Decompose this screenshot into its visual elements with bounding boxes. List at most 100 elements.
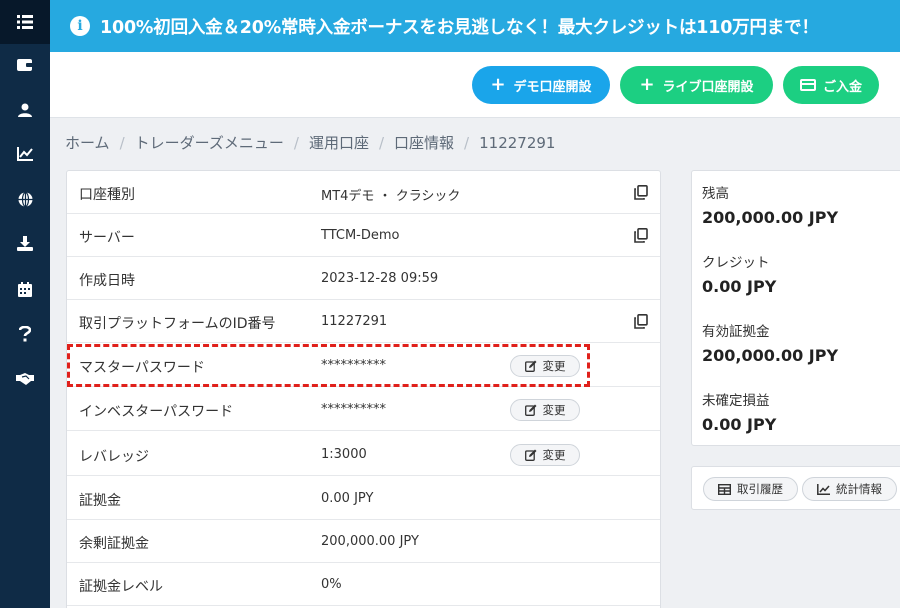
breadcrumb-accounts[interactable]: 運用口座: [309, 132, 369, 153]
row-label: 作成日時: [79, 273, 135, 289]
open-live-account-button[interactable]: + ライブ口座開設: [620, 66, 773, 104]
row-value: 0%: [321, 577, 342, 592]
chart-icon: [817, 483, 830, 495]
sidebar-item-globe[interactable]: [0, 177, 50, 221]
sidebar-item-profile[interactable]: [0, 88, 50, 132]
edit-icon: [524, 360, 536, 372]
table-row: インベスターパスワード ********** 変更: [67, 388, 660, 431]
row-value: TTCM-Demo: [321, 228, 400, 243]
wallet-icon: [17, 59, 33, 71]
tools-card: 取引履歴 統計情報: [691, 466, 900, 510]
download-icon: [17, 235, 33, 251]
promo-banner-text: 100%初回入金＆20%常時入金ボーナスをお見逃しなく！最大クレジットは110万…: [100, 17, 819, 38]
breadcrumb-separator: /: [119, 133, 125, 152]
sidebar-item-help[interactable]: [0, 312, 50, 356]
edit-icon: [524, 404, 536, 416]
row-label: 余剰証拠金: [79, 536, 149, 552]
table-icon: [718, 483, 731, 495]
sidebar-item-partners[interactable]: [0, 357, 50, 401]
credit-card-icon: [799, 79, 816, 91]
table-row: 余剰証拠金 200,000.00 JPY: [67, 520, 660, 563]
balance-summary-card: 残高 200,000.00 JPY クレジット 0.00 JPY 有効証拠金 2…: [691, 170, 900, 446]
row-label: レバレッジ: [79, 449, 149, 465]
balance-value: 200,000.00 JPY: [702, 208, 839, 227]
row-value: 200,000.00 JPY: [321, 534, 419, 549]
sidebar-item-chart[interactable]: [0, 132, 50, 176]
plus-icon: +: [490, 74, 506, 95]
deposit-label: ご入金: [822, 79, 862, 95]
list-icon: [17, 15, 33, 29]
globe-icon: [18, 191, 32, 207]
table-row: 取引プラットフォームのID番号 11227291: [67, 300, 660, 343]
open-demo-account-button[interactable]: + デモ口座開設: [472, 66, 610, 104]
table-row: レバレッジ 1:3000 変更: [67, 433, 660, 476]
breadcrumb-traders-menu[interactable]: トレーダーズメニュー: [135, 132, 284, 153]
floating-pl-label: 未確定損益: [702, 393, 770, 409]
equity-item: 有効証拠金 200,000.00 JPY: [702, 320, 838, 365]
row-label: 証拠金レベル: [79, 579, 163, 595]
row-label: 証拠金: [79, 493, 121, 509]
row-value: 1:3000: [321, 447, 367, 462]
plus-icon: +: [639, 74, 655, 95]
table-row: マスターパスワード ********** 変更: [67, 344, 660, 387]
row-value: **********: [321, 402, 386, 417]
calendar-icon: [18, 281, 32, 297]
account-info-table: 口座種別 MT4デモ ・ クラシック サーバー TTCM-Demo 作成日時 2…: [66, 170, 661, 608]
change-leverage-button[interactable]: 変更: [510, 444, 580, 466]
table-row: 証拠金レベル 0%: [67, 563, 660, 606]
row-label: 取引プラットフォームのID番号: [79, 316, 276, 332]
open-demo-account-label: デモ口座開設: [513, 79, 592, 95]
breadcrumb-account-info[interactable]: 口座情報: [394, 132, 454, 153]
balance-item: 残高 200,000.00 JPY: [702, 182, 838, 227]
credit-item: クレジット 0.00 JPY: [702, 251, 776, 296]
change-investor-password-button[interactable]: 変更: [510, 399, 580, 421]
equity-value: 200,000.00 JPY: [702, 346, 839, 365]
statistics-label: 統計情報: [836, 482, 882, 496]
breadcrumb-home[interactable]: ホーム: [65, 132, 110, 153]
sidebar-item-menu[interactable]: [0, 0, 50, 44]
trade-history-button[interactable]: 取引履歴: [703, 477, 798, 501]
table-row: 証拠金 0.00 JPY: [67, 477, 660, 520]
breadcrumb-account-number: 11227291: [479, 133, 556, 152]
credit-value: 0.00 JPY: [702, 277, 777, 296]
breadcrumb-separator: /: [378, 133, 385, 152]
open-live-account-label: ライブ口座開設: [662, 79, 754, 95]
chart-icon: [17, 147, 33, 161]
table-row: 口座種別 MT4デモ ・ クラシック: [67, 171, 660, 214]
sidebar-item-download[interactable]: [0, 221, 50, 265]
change-label: 変更: [542, 359, 566, 373]
credit-label: クレジット: [702, 255, 770, 271]
user-icon: [18, 103, 32, 117]
row-value: 11227291: [321, 314, 388, 329]
table-row: 作成日時 2023-12-28 09:59: [67, 257, 660, 300]
statistics-button[interactable]: 統計情報: [802, 477, 897, 501]
sidebar-item-calendar[interactable]: [0, 267, 50, 311]
deposit-button[interactable]: ご入金: [783, 66, 879, 104]
row-label: マスターパスワード: [79, 360, 205, 376]
copy-icon[interactable]: [634, 228, 648, 243]
row-value: 2023-12-28 09:59: [321, 271, 439, 286]
floating-pl-item: 未確定損益 0.00 JPY: [702, 389, 776, 434]
floating-pl-value: 0.00 JPY: [702, 415, 777, 434]
change-master-password-button[interactable]: 変更: [510, 355, 580, 377]
info-icon: i: [70, 16, 90, 36]
row-value: MT4デモ ・ クラシック: [321, 189, 461, 204]
copy-icon[interactable]: [634, 185, 648, 200]
breadcrumb-separator: /: [464, 133, 470, 152]
balance-label: 残高: [702, 186, 729, 202]
copy-icon[interactable]: [634, 314, 648, 329]
row-label: インベスターパスワード: [79, 404, 234, 420]
row-value: 0.00 JPY: [321, 491, 374, 506]
sidebar-item-wallet[interactable]: [0, 43, 50, 87]
row-label: サーバー: [79, 230, 135, 246]
breadcrumb-separator: /: [293, 133, 299, 152]
action-bar: + デモ口座開設 + ライブ口座開設 ご入金: [50, 52, 900, 118]
row-value: **********: [321, 358, 386, 373]
change-label: 変更: [542, 403, 566, 417]
handshake-icon: [16, 373, 34, 385]
help-icon: [19, 326, 31, 342]
edit-icon: [524, 449, 536, 461]
promo-banner[interactable]: i 100%初回入金＆20%常時入金ボーナスをお見逃しなく！最大クレジットは11…: [50, 0, 900, 52]
sidebar: [0, 0, 50, 608]
table-row: サーバー TTCM-Demo: [67, 214, 660, 257]
